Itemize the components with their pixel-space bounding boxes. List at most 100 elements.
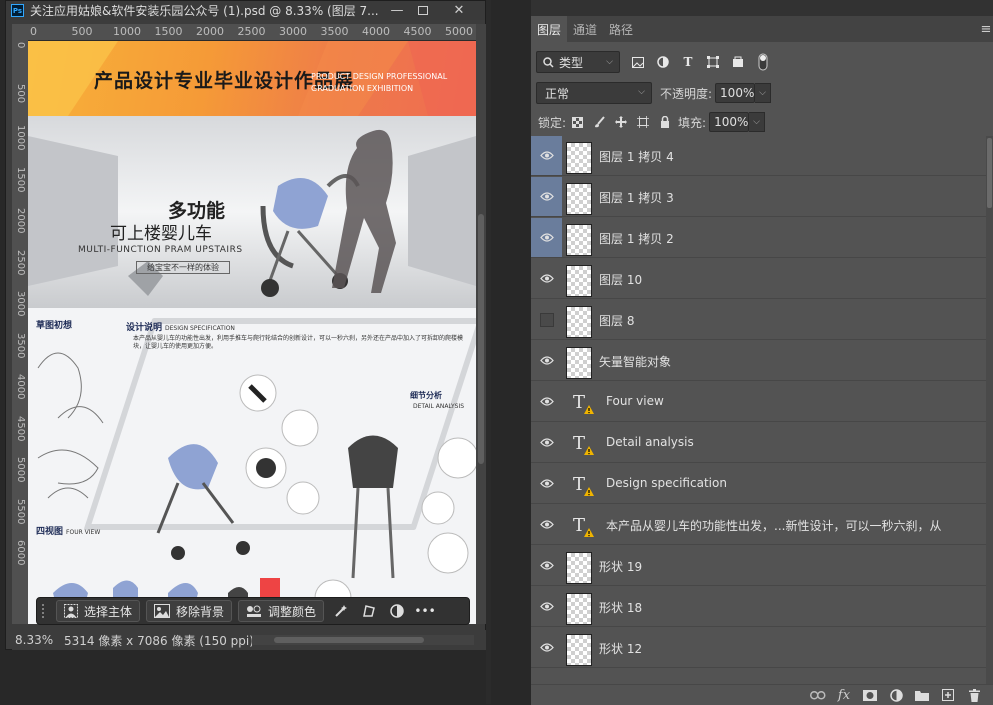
lock-position-icon[interactable] — [610, 112, 632, 132]
layer-row[interactable]: T 本产品从婴儿车的功能性出发，...新性设计，可以一秒六刹，从 — [531, 505, 986, 545]
panel-menu-icon[interactable]: ≡ — [979, 16, 993, 42]
eye-icon[interactable] — [531, 546, 562, 585]
layer-style-icon[interactable]: fx — [831, 686, 857, 704]
canvas-horizontal-scrollbar[interactable] — [252, 635, 474, 645]
opacity-dropdown-icon[interactable]: ⌵ — [755, 83, 772, 103]
delete-layer-icon[interactable] — [961, 686, 987, 704]
filter-type-icon[interactable]: T — [676, 51, 700, 73]
section-design-label-en: DESIGN SPECIFICATION — [165, 325, 235, 332]
eye-icon[interactable] — [531, 218, 562, 257]
layer-row[interactable]: 图层 10 — [531, 259, 986, 299]
add-mask-icon[interactable] — [857, 686, 883, 704]
layer-name[interactable]: Design specification — [606, 476, 727, 490]
layer-name[interactable]: 图层 8 — [599, 312, 634, 329]
lock-all-icon[interactable] — [654, 112, 676, 132]
layer-row[interactable]: T Detail analysis — [531, 423, 986, 463]
eye-icon[interactable] — [531, 505, 562, 544]
layer-name[interactable]: 形状 12 — [599, 640, 642, 657]
lock-artboard-icon[interactable] — [632, 112, 654, 132]
generative-fill-icon[interactable] — [330, 600, 352, 622]
vertical-ruler[interactable]: 0 500 1000 1500 2000 2500 3000 3500 4000 4500 5000… — [12, 40, 29, 624]
layer-name[interactable]: Four view — [606, 394, 664, 408]
horizontal-scroll-thumb[interactable] — [274, 637, 424, 643]
restore-icon[interactable] — [410, 1, 436, 20]
layer-name[interactable]: 图层 1 拷贝 2 — [599, 230, 674, 247]
eye-icon[interactable] — [531, 259, 562, 298]
link-layers-icon[interactable] — [805, 686, 831, 704]
chevron-down-icon: ⌵ — [638, 87, 645, 97]
tab-paths[interactable]: 路径 — [603, 16, 639, 42]
close-icon[interactable]: ✕ — [446, 1, 472, 20]
layer-row[interactable]: 形状 19 — [531, 546, 986, 586]
layer-name[interactable]: 形状 18 — [599, 599, 642, 616]
drag-handle-icon[interactable] — [40, 602, 50, 620]
eye-icon[interactable] — [531, 341, 562, 380]
filter-adjustment-icon[interactable] — [651, 51, 675, 73]
adjust-color-button[interactable]: 调整颜色 — [238, 600, 325, 622]
layer-row[interactable]: 图层 1 拷贝 2 — [531, 218, 986, 258]
tab-channels[interactable]: 通道 — [567, 16, 603, 42]
layer-thumbnail — [566, 224, 592, 256]
fill-input[interactable]: 100% — [709, 112, 750, 132]
tab-layers[interactable]: 图层 — [531, 16, 568, 42]
new-adjustment-icon[interactable] — [883, 686, 909, 704]
lock-transparent-icon[interactable] — [566, 112, 588, 132]
document-tab[interactable]: Ps 关注应用姑娘&软件安装乐园公众号 (1).psd @ 8.33% (图层 … — [6, 1, 485, 20]
blend-mode-select[interactable]: 正常 ⌵ — [536, 82, 652, 104]
opacity-input[interactable]: 100% — [715, 83, 756, 103]
minimize-icon[interactable]: — — [384, 1, 410, 20]
layers-scrollbar[interactable] — [986, 136, 993, 684]
layer-row[interactable]: 形状 18 — [531, 587, 986, 627]
ruler-h-label: 500 — [71, 25, 93, 38]
layer-row[interactable]: T Four view — [531, 382, 986, 422]
select-subject-button[interactable]: 选择主体 — [56, 600, 141, 622]
filter-toggle-icon[interactable] — [751, 51, 775, 73]
eye-icon[interactable] — [531, 136, 562, 175]
layers-scroll-thumb[interactable] — [987, 138, 992, 208]
svg-text:T: T — [573, 392, 585, 413]
new-layer-icon[interactable] — [935, 686, 961, 704]
layer-name[interactable]: 图层 10 — [599, 271, 642, 288]
zoom-level[interactable]: 8.33% — [15, 633, 59, 647]
canvas-vertical-scrollbar[interactable] — [476, 24, 486, 624]
panel-tabs: 图层 通道 路径 — [531, 16, 993, 42]
vertical-scroll-thumb[interactable] — [478, 214, 484, 464]
lock-brush-icon[interactable] — [588, 112, 610, 132]
filter-shape-icon[interactable] — [701, 51, 725, 73]
layer-name[interactable]: 图层 1 拷贝 4 — [599, 148, 674, 165]
layer-row[interactable]: 图层 8 — [531, 300, 986, 340]
eye-icon[interactable] — [531, 382, 562, 421]
new-group-icon[interactable] — [909, 686, 935, 704]
layer-name[interactable]: 本产品从婴儿车的功能性出发，...新性设计，可以一秒六刹，从 — [606, 517, 941, 534]
layer-name[interactable]: 形状 19 — [599, 558, 642, 575]
eye-icon[interactable] — [531, 177, 562, 216]
layer-name[interactable]: 图层 1 拷贝 3 — [599, 189, 674, 206]
layer-row[interactable]: 图层 1 拷贝 4 — [531, 136, 986, 176]
eye-icon[interactable] — [531, 628, 562, 667]
horizontal-ruler[interactable]: 0 500 1000 1500 2000 2500 3000 3500 4000 4500 5000 — [28, 24, 476, 41]
filter-smart-object-icon[interactable] — [726, 51, 750, 73]
ruler-h-label: 2000 — [196, 25, 224, 38]
eye-icon[interactable] — [531, 464, 562, 503]
eye-icon[interactable] — [531, 587, 562, 626]
filter-pixel-icon[interactable] — [626, 51, 650, 73]
more-options-icon[interactable]: ••• — [414, 600, 436, 622]
adjustment-icon[interactable] — [386, 600, 408, 622]
layer-row[interactable]: 矢量智能对象 — [531, 341, 986, 381]
fill-dropdown-icon[interactable]: ⌵ — [749, 112, 766, 132]
remove-background-button[interactable]: 移除背景 — [146, 600, 233, 622]
visibility-off-box[interactable] — [531, 300, 562, 339]
ruler-v-label: 1000 — [15, 125, 26, 151]
layer-name[interactable]: 矢量智能对象 — [599, 353, 671, 370]
layer-row[interactable]: T Design specification — [531, 464, 986, 504]
layer-name[interactable]: Detail analysis — [606, 435, 694, 449]
eye-icon[interactable] — [531, 423, 562, 462]
layer-row[interactable]: 图层 1 拷贝 3 — [531, 177, 986, 217]
document-canvas[interactable]: 产品设计专业毕业设计作品展 PRODUCT DESIGN PROFESSIONA… — [28, 41, 476, 624]
filter-kind-select[interactable]: 类型 ⌵ — [536, 51, 620, 73]
ruler-corner[interactable] — [12, 24, 28, 40]
document-info[interactable]: 5314 像素 x 7086 像素 (150 ppi) — [64, 632, 254, 649]
photoshop-icon: Ps — [11, 4, 24, 17]
transform-icon[interactable] — [358, 600, 380, 622]
layer-row[interactable]: 形状 12 — [531, 628, 986, 668]
